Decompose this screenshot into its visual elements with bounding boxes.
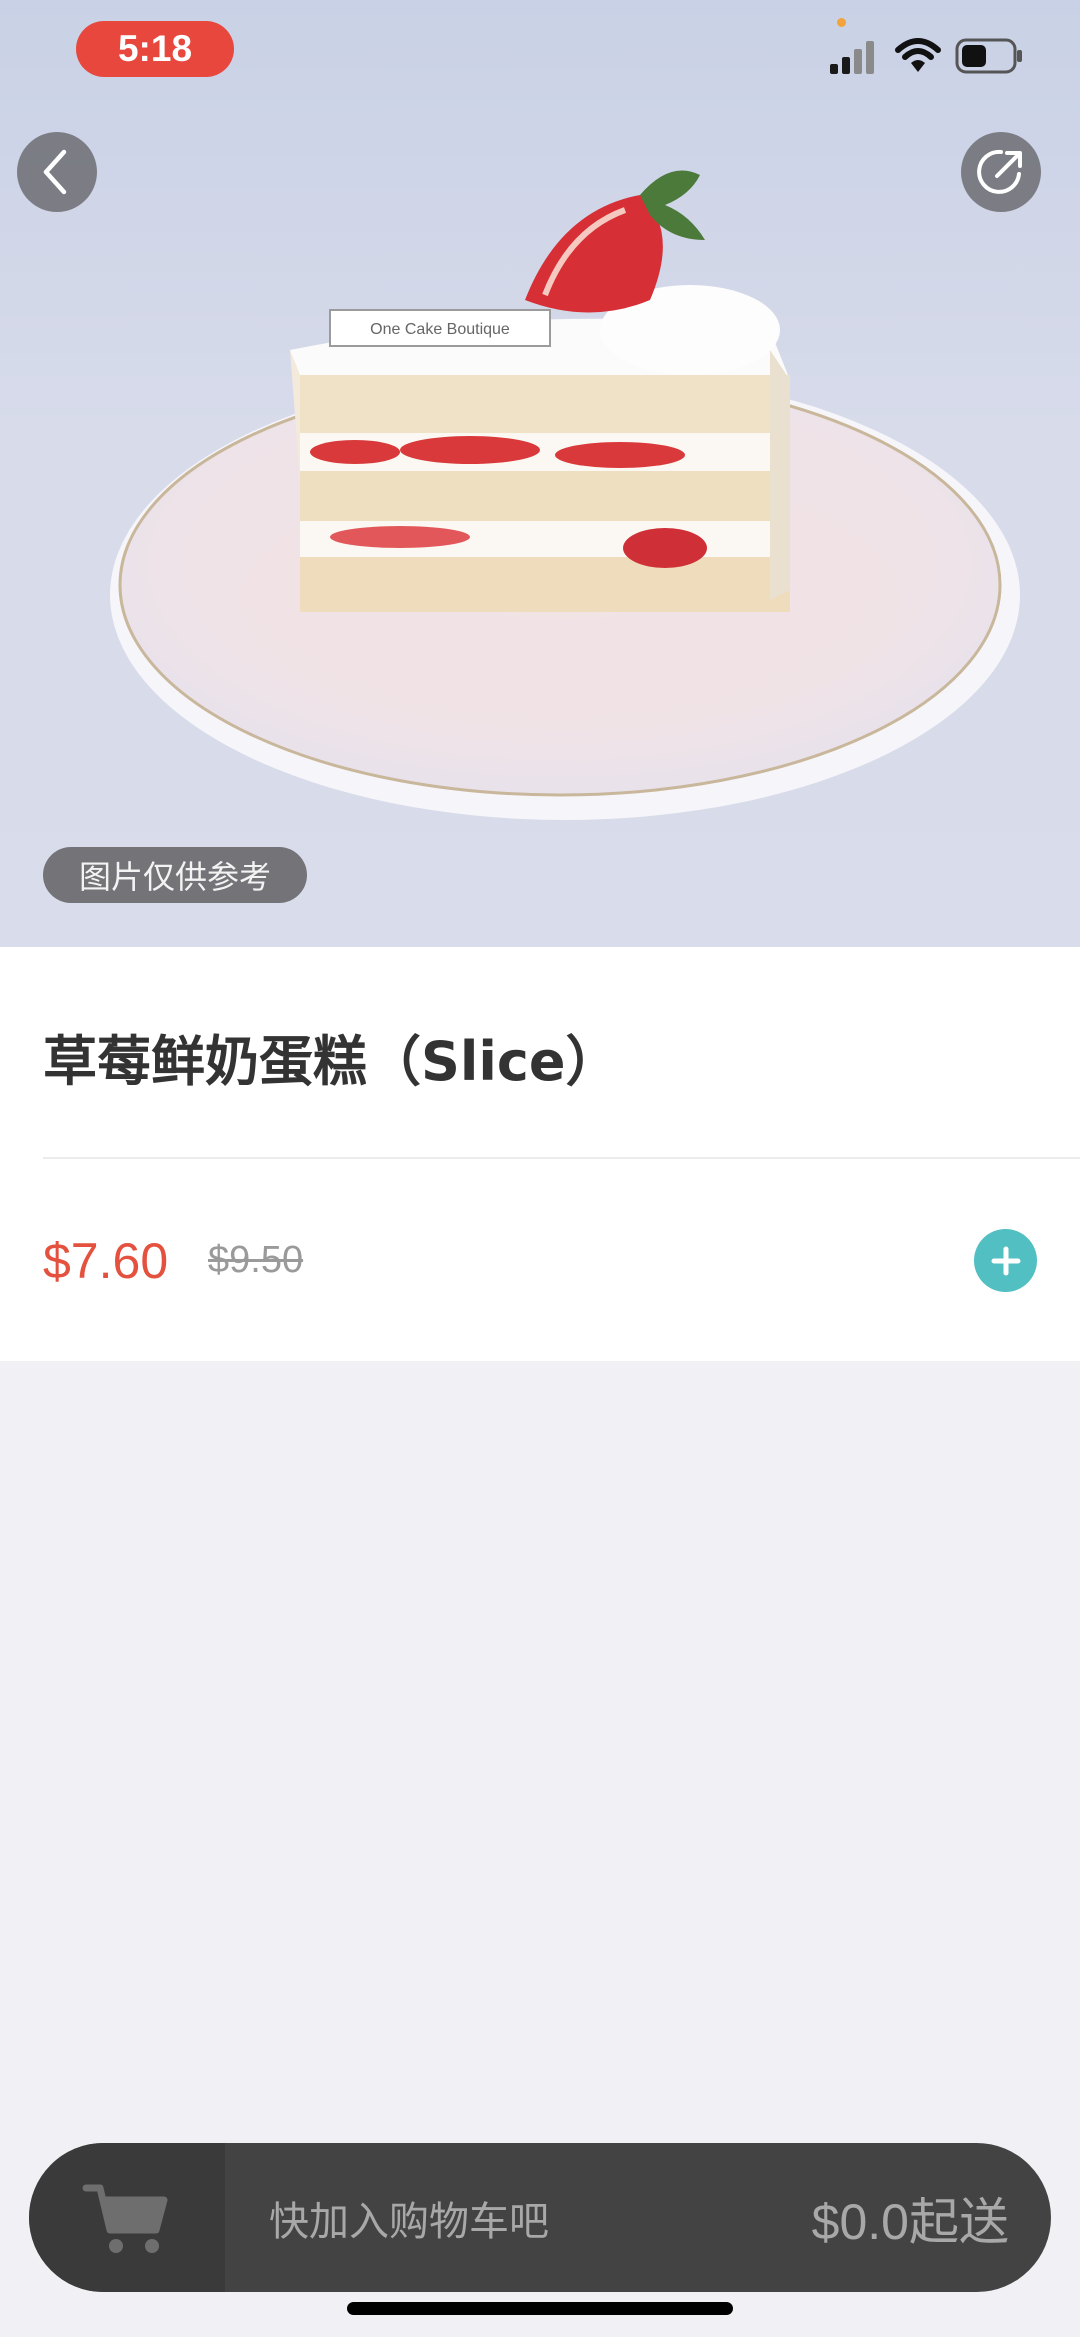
- cart-button[interactable]: [29, 2143, 225, 2292]
- product-title: 草莓鲜奶蛋糕（Slice）: [43, 1030, 620, 1093]
- status-time: 5:18: [76, 21, 234, 77]
- cart-bar[interactable]: 快加入购物车吧 $0.0起送: [29, 2143, 1051, 2292]
- cake-photo: One Cake Boutique: [110, 170, 1020, 820]
- photo-reference-note: 图片仅供参考: [43, 847, 308, 903]
- home-indicator[interactable]: [347, 2302, 733, 2315]
- privacy-indicator-dot: [837, 18, 846, 27]
- share-button[interactable]: [961, 132, 1041, 212]
- divider: [43, 1157, 1080, 1159]
- signal-icon: [830, 41, 874, 74]
- plus-icon: [991, 1246, 1020, 1275]
- minimum-order-text: $0.0起送: [811, 2193, 1009, 2250]
- chevron-left-icon: [43, 149, 67, 195]
- original-price: $9.50: [208, 1239, 304, 1281]
- sale-price: $7.60: [43, 1233, 169, 1289]
- share-icon: [977, 149, 1022, 194]
- cart-icon: [82, 2184, 168, 2253]
- back-button[interactable]: [17, 132, 97, 212]
- product-info: 草莓鲜奶蛋糕（Slice） $7.60 $9.50: [0, 947, 1080, 1361]
- battery-icon: [955, 38, 1022, 74]
- plate-label: One Cake Boutique: [370, 321, 510, 338]
- add-to-cart-button[interactable]: [974, 1229, 1037, 1292]
- wifi-icon: [895, 38, 941, 72]
- cart-hint-text: 快加入购物车吧: [269, 2198, 549, 2245]
- product-image: One Cake Boutique 5:18 图片仅供参考: [0, 0, 1080, 947]
